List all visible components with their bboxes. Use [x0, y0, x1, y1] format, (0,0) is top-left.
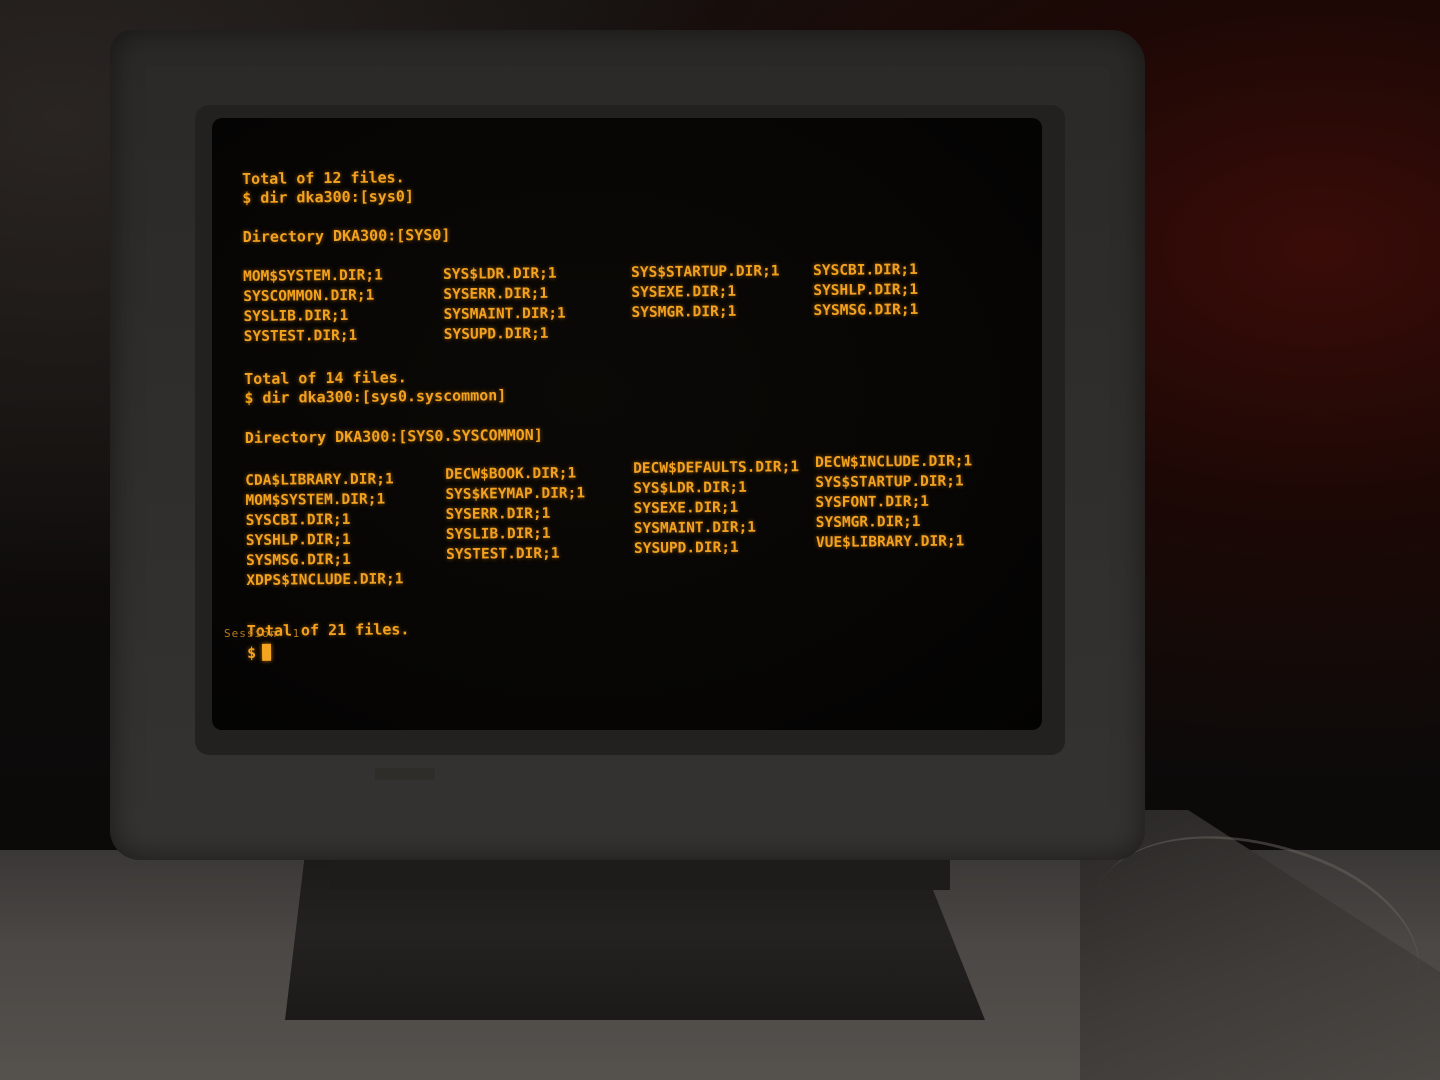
listing1-item: SYSUPD.DIR;1: [443, 325, 549, 343]
listing1-item: SYSLIB.DIR;1: [243, 307, 349, 325]
listing2-item: SYSERR.DIR;1: [445, 505, 551, 523]
listing2-item: MOM$SYSTEM.DIR;1: [245, 491, 386, 509]
listing2-item: SYS$STARTUP.DIR;1: [815, 473, 964, 492]
directory-header-2: Directory DKA300:[SYS0.SYSCOMMON]: [244, 425, 543, 447]
listing2-item: SYSMGR.DIR;1: [815, 513, 921, 532]
listing2-item: DECW$DEFAULTS.DIR;1: [633, 459, 800, 477]
listing1-item: SYSCOMMON.DIR;1: [243, 287, 375, 305]
session-indicator: Session 1: [224, 627, 301, 640]
listing1-item: MOM$SYSTEM.DIR;1: [243, 267, 383, 285]
prompt-symbol: $: [246, 643, 257, 662]
terminal-command-1: $ dir dka300:[sys0]: [242, 187, 414, 207]
directory-header-1: Directory DKA300:[SYS0]: [242, 225, 451, 246]
listing1-item: SYSEXE.DIR;1: [631, 283, 737, 301]
terminal-command-2: $ dir dka300:[sys0.syscommon]: [244, 386, 507, 407]
listing1-item: SYSCBI.DIR;1: [813, 261, 918, 280]
listing2-item: SYSMSG.DIR;1: [246, 551, 351, 569]
listing2-item: SYSUPD.DIR;1: [633, 539, 739, 557]
terminal-line-total-12: Total of 12 files.: [242, 168, 405, 188]
listing1-item: SYSHLP.DIR;1: [813, 281, 919, 300]
listing1-item: SYSTEST.DIR;1: [243, 327, 358, 345]
listing2-item: SYSMAINT.DIR;1: [633, 519, 757, 537]
listing2-item: SYS$LDR.DIR;1: [633, 479, 747, 497]
terminal-prompt-line[interactable]: $: [246, 643, 272, 662]
listing1-item: SYSERR.DIR;1: [443, 285, 549, 303]
monitor-logo-mark: [375, 768, 435, 780]
listing1-item: SYS$LDR.DIR;1: [443, 265, 557, 283]
listing1-item: SYSMSG.DIR;1: [813, 301, 919, 320]
listing2-item: SYSHLP.DIR;1: [245, 531, 351, 549]
listing2-item: XDPS$INCLUDE.DIR;1: [246, 571, 404, 589]
listing2-item: SYSFONT.DIR;1: [815, 493, 930, 512]
terminal-output: Total of 12 files. $ dir dka300:[sys0] D…: [242, 162, 1022, 662]
photo-scene: Total of 12 files. $ dir dka300:[sys0] D…: [0, 0, 1440, 1080]
listing2-item: DECW$INCLUDE.DIR;1: [815, 453, 973, 472]
text-cursor: [261, 643, 272, 661]
listing2-item: VUE$LIBRARY.DIR;1: [815, 533, 965, 552]
listing2-item: SYS$KEYMAP.DIR;1: [445, 485, 586, 503]
terminal-line-total-14: Total of 14 files.: [244, 368, 407, 388]
listing1-item: SYSMAINT.DIR;1: [443, 305, 566, 323]
listing2-item: SYSEXE.DIR;1: [633, 499, 739, 517]
listing1-item: SYS$STARTUP.DIR;1: [631, 263, 780, 281]
crt-screen: Total of 12 files. $ dir dka300:[sys0] D…: [212, 118, 1042, 730]
listing1-item: SYSMGR.DIR;1: [631, 303, 737, 321]
listing2-item: SYSCBI.DIR;1: [245, 511, 351, 529]
listing2-item: CDA$LIBRARY.DIR;1: [245, 471, 394, 489]
listing2-item: SYSLIB.DIR;1: [445, 525, 551, 543]
listing2-item: SYSTEST.DIR;1: [445, 545, 560, 563]
listing2-item: DECW$BOOK.DIR;1: [445, 465, 577, 483]
